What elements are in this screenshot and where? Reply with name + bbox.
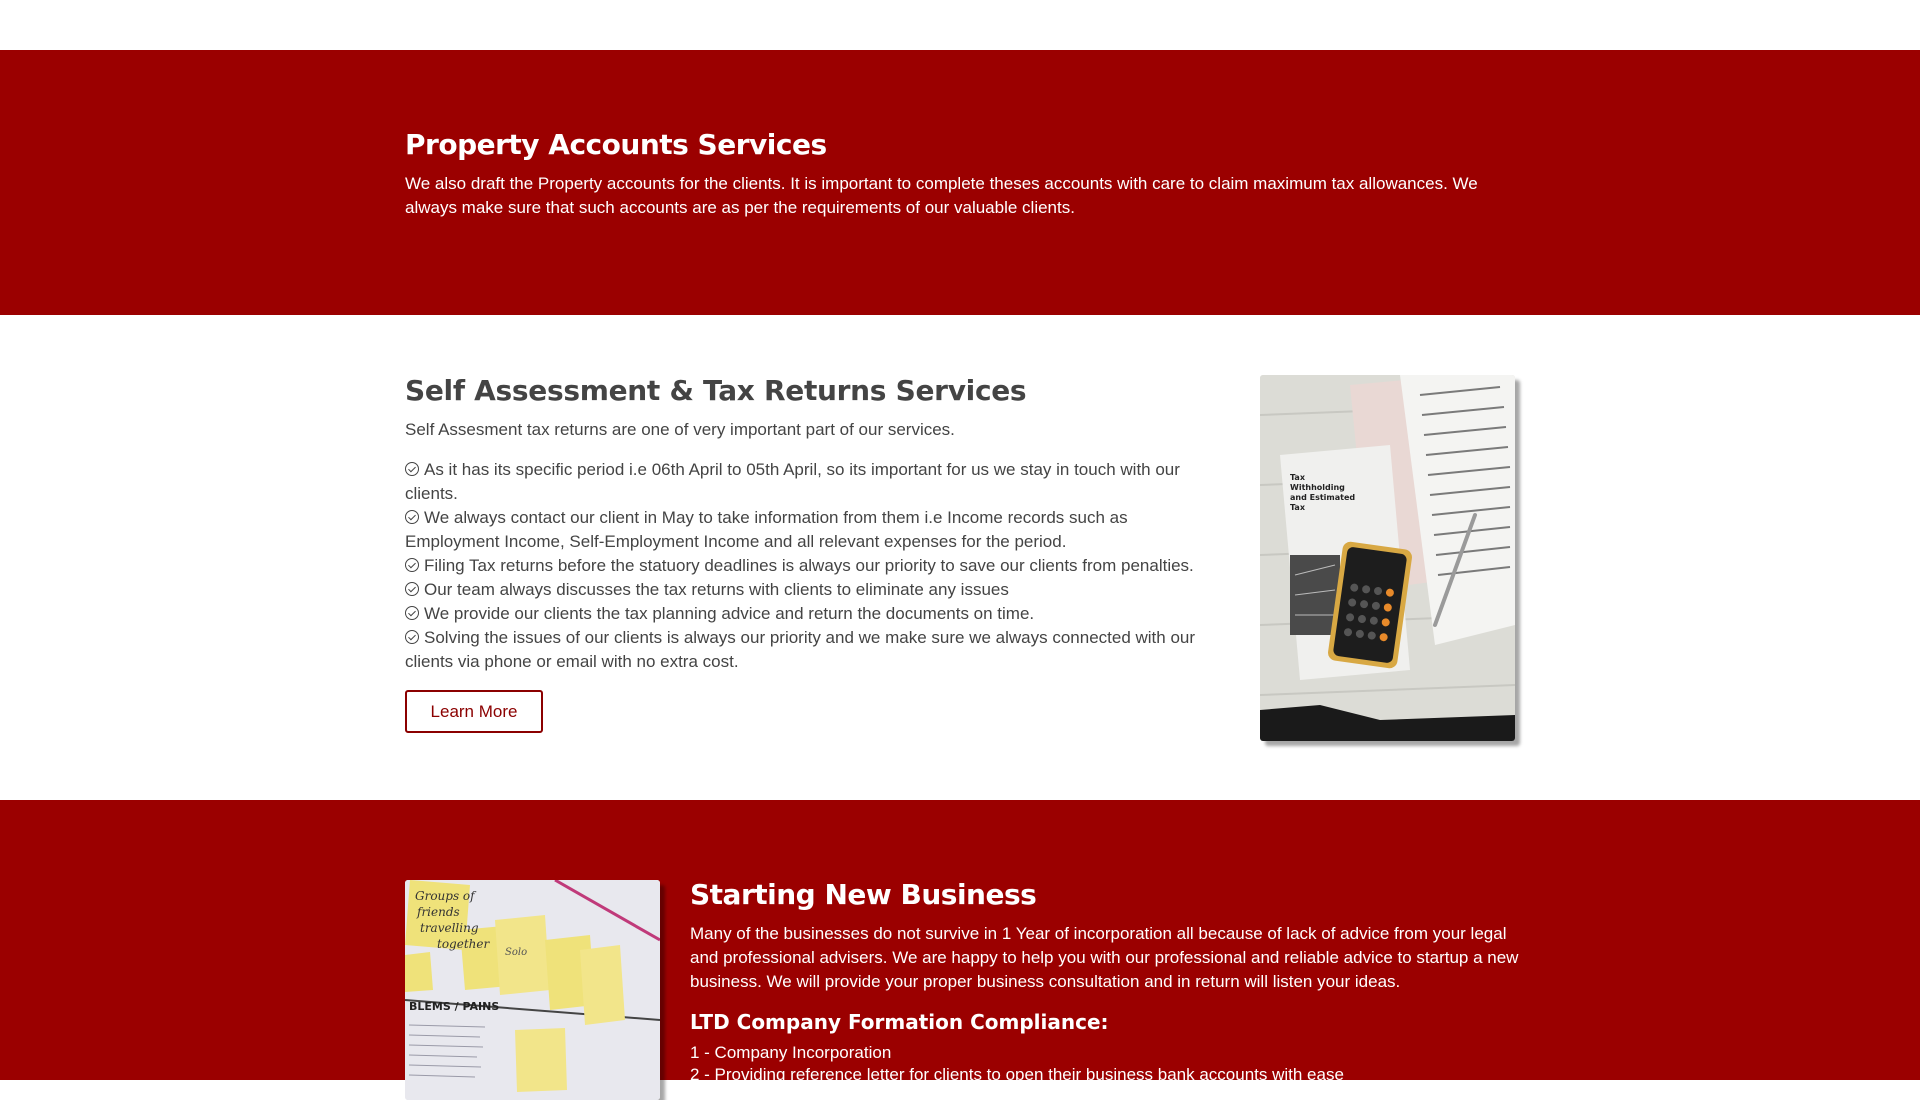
ltd-compliance-title: LTD Company Formation Compliance: [690, 1010, 1109, 1034]
learn-more-button[interactable]: Learn More [405, 690, 543, 733]
list-item-text: As it has its specific period i.e 06th A… [405, 460, 1180, 503]
self-assessment-list: As it has its specific period i.e 06th A… [405, 458, 1225, 674]
property-accounts-text: We also draft the Property accounts for … [405, 174, 1478, 217]
sticky-notes-image: Groups of friends travelling together So… [405, 880, 660, 1100]
list-item-text: Filing Tax returns before the statuory d… [424, 556, 1194, 575]
svg-text:Tax: Tax [1290, 503, 1306, 512]
tax-documents-calculator-photo-icon: Tax Withholding and Estimated Tax [1260, 375, 1515, 741]
list-item: As it has its specific period i.e 06th A… [405, 458, 1225, 506]
svg-text:and Estimated: and Estimated [1290, 493, 1355, 502]
svg-text:travelling: travelling [420, 921, 479, 935]
check-circle-icon [405, 630, 419, 644]
list-item: We provide our clients the tax planning … [405, 602, 1225, 626]
list-item-text: We provide our clients the tax planning … [424, 604, 1035, 623]
list-item: Our team always discusses the tax return… [405, 578, 1225, 602]
self-assessment-title: Self Assessment & Tax Returns Services [405, 374, 1027, 407]
check-circle-icon [405, 582, 419, 596]
list-item-text: Solving the issues of our clients is alw… [405, 628, 1196, 671]
list-item: We always contact our client in May to t… [405, 506, 1225, 554]
property-accounts-title: Property Accounts Services [405, 128, 827, 161]
svg-text:Tax: Tax [1290, 473, 1306, 482]
svg-text:Withholding: Withholding [1290, 483, 1345, 492]
svg-text:together: together [437, 937, 490, 951]
list-item: Solving the issues of our clients is alw… [405, 626, 1225, 674]
list-item: Filing Tax returns before the statuory d… [405, 554, 1225, 578]
check-circle-icon [405, 462, 419, 476]
tax-documents-image: Tax Withholding and Estimated Tax [1260, 375, 1515, 741]
check-circle-icon [405, 606, 419, 620]
self-assessment-intro: Self Assesment tax returns are one of ve… [405, 420, 955, 439]
starting-business-text: Many of the businesses do not survive in… [690, 924, 1519, 991]
list-item: 2 - Providing reference letter for clien… [690, 1065, 1344, 1084]
list-item: 1 - Company Incorporation [690, 1043, 892, 1062]
svg-text:BLEMS / PAINS: BLEMS / PAINS [409, 1000, 499, 1013]
top-bar [0, 0, 1920, 50]
svg-text:friends: friends [416, 905, 460, 919]
list-item-text: We always contact our client in May to t… [405, 508, 1128, 551]
sticky-notes-board-photo-icon: Groups of friends travelling together So… [405, 880, 660, 1100]
check-circle-icon [405, 510, 419, 524]
starting-business-title: Starting New Business [690, 878, 1037, 911]
svg-text:Groups of: Groups of [415, 889, 477, 903]
list-item-text: Our team always discusses the tax return… [424, 580, 1009, 599]
svg-text:Solo: Solo [505, 947, 527, 958]
check-circle-icon [405, 558, 419, 572]
ltd-compliance-list: 1 - Company Incorporation 2 - Providing … [690, 1042, 1520, 1086]
